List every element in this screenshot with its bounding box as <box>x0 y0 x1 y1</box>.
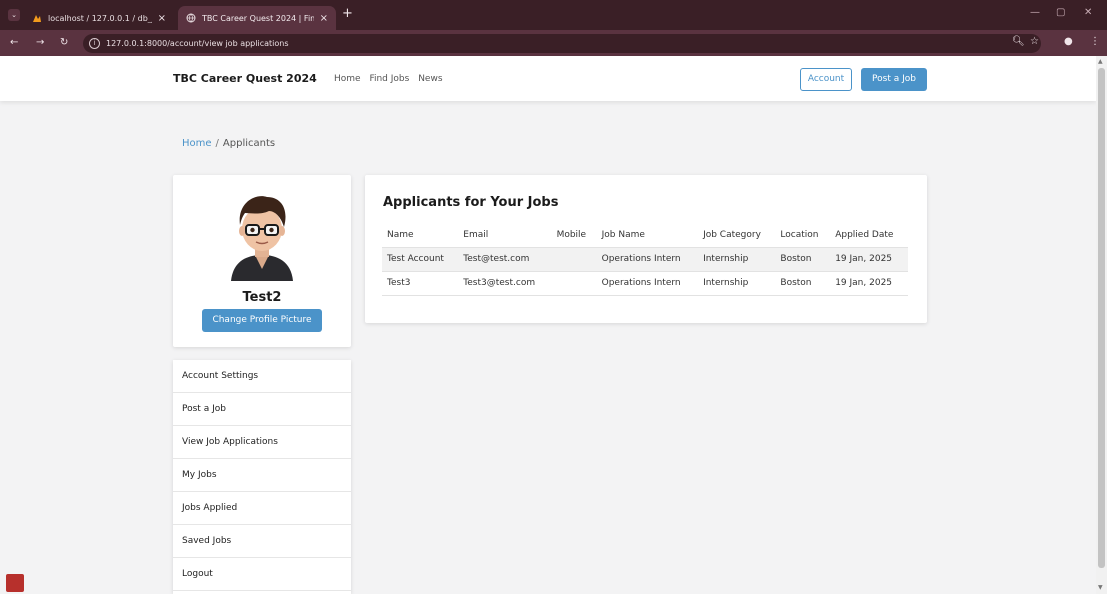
nav-link-find-jobs[interactable]: Find Jobs <box>369 74 409 84</box>
profile-icon[interactable]: ● <box>1064 36 1073 47</box>
sidebar-item-account-settings[interactable]: Account Settings <box>173 360 351 393</box>
browser-toolbar: ← → ↻ i 127.0.0.1:8000/account/view job … <box>0 30 1107 56</box>
close-tab-icon[interactable]: × <box>320 13 328 24</box>
breadcrumb: Home / Applicants <box>182 138 275 149</box>
scroll-down-icon[interactable]: ▼ <box>1098 584 1103 591</box>
change-profile-picture-button[interactable]: Change Profile Picture <box>202 309 322 332</box>
tab-search-icon[interactable]: ⌄ <box>8 9 20 21</box>
cell-job-category: Internship <box>698 271 776 296</box>
cell-mobile <box>551 271 597 296</box>
cell-email: Test3@test.com <box>458 271 552 296</box>
cell-job-category: Internship <box>698 247 776 272</box>
column-header-email: Email <box>458 223 552 248</box>
nav-link-news[interactable]: News <box>418 74 442 84</box>
browser-tab-career-quest[interactable]: TBC Career Quest 2024 | Find... × <box>178 6 336 30</box>
maximize-icon[interactable]: ▢ <box>1056 7 1065 18</box>
nav-links: Home Find Jobs News <box>334 74 449 84</box>
page-scrollbar[interactable]: ▲ ▼ <box>1096 56 1107 594</box>
back-icon[interactable]: ← <box>10 37 18 48</box>
applicants-table: Name Email Mobile Job Name Job Category … <box>382 223 908 296</box>
profile-card: Test2 Change Profile Picture <box>173 175 351 347</box>
browser-tab-bar: ⌄ localhost / 127.0.0.1 / db_job_... × T… <box>0 0 1107 30</box>
close-tab-icon[interactable]: × <box>158 13 166 24</box>
site-brand[interactable]: TBC Career Quest 2024 <box>173 72 317 85</box>
cell-applied-date: 19 Jan, 2025 <box>830 271 908 296</box>
cell-job-name: Operations Intern <box>596 271 699 296</box>
tab-title: TBC Career Quest 2024 | Find... <box>202 13 314 23</box>
reload-icon[interactable]: ↻ <box>60 37 68 48</box>
cell-name: Test Account <box>382 247 459 272</box>
post-job-button[interactable]: Post a Job <box>861 68 927 91</box>
close-window-icon[interactable]: ✕ <box>1084 7 1092 18</box>
avatar <box>231 196 293 281</box>
globe-icon <box>186 13 196 23</box>
sidebar-item-saved-jobs[interactable]: Saved Jobs <box>173 525 351 558</box>
column-header-job-name: Job Name <box>596 223 699 248</box>
site-navbar: TBC Career Quest 2024 Home Find Jobs New… <box>0 56 1096 101</box>
sidebar-item-post-a-job[interactable]: Post a Job <box>173 393 351 426</box>
minimize-icon[interactable]: — <box>1030 7 1040 18</box>
zoom-icon[interactable]: 🔍︎ <box>1012 36 1025 47</box>
taskbar-app-icon[interactable] <box>6 574 24 592</box>
account-sidebar-menu: Account Settings Post a Job View Job App… <box>173 360 351 594</box>
bookmark-star-icon[interactable]: ☆ <box>1030 36 1039 47</box>
forward-icon[interactable]: → <box>36 37 44 48</box>
table-row: Test3 Test3@test.com Operations Intern I… <box>382 271 908 296</box>
cell-name: Test3 <box>382 271 459 296</box>
cell-location: Boston <box>775 247 831 272</box>
applicants-title: Applicants for Your Jobs <box>383 195 559 210</box>
site-info-icon[interactable]: i <box>89 38 100 49</box>
new-tab-button[interactable]: + <box>342 6 353 21</box>
sidebar-item-my-jobs[interactable]: My Jobs <box>173 459 351 492</box>
browser-tab-phpmyadmin[interactable]: localhost / 127.0.0.1 / db_job_... × <box>24 6 174 30</box>
browser-menu-icon[interactable]: ⋮ <box>1090 36 1100 47</box>
column-header-mobile: Mobile <box>551 223 597 248</box>
tab-title: localhost / 127.0.0.1 / db_job_... <box>48 13 152 23</box>
column-header-job-category: Job Category <box>698 223 776 248</box>
column-header-name: Name <box>382 223 459 248</box>
table-header-row: Name Email Mobile Job Name Job Category … <box>382 223 908 248</box>
url-text: 127.0.0.1:8000/account/view job applicat… <box>106 39 289 48</box>
breadcrumb-separator: / <box>215 138 219 149</box>
column-header-location: Location <box>775 223 831 248</box>
cell-email: Test@test.com <box>458 247 552 272</box>
scroll-up-icon[interactable]: ▲ <box>1098 58 1103 65</box>
phpmyadmin-icon <box>33 15 41 22</box>
breadcrumb-home[interactable]: Home <box>182 138 212 149</box>
account-button[interactable]: Account <box>800 68 852 91</box>
breadcrumb-current: Applicants <box>222 138 276 149</box>
sidebar-item-view-job-applications[interactable]: View Job Applications <box>173 426 351 459</box>
applicants-card: Applicants for Your Jobs Name Email Mobi… <box>365 175 927 323</box>
cell-mobile <box>551 247 597 272</box>
scrollbar-thumb[interactable] <box>1098 68 1105 568</box>
table-row: Test Account Test@test.com Operations In… <box>382 247 908 272</box>
cell-applied-date: 19 Jan, 2025 <box>830 247 908 272</box>
cell-job-name: Operations Intern <box>596 247 699 272</box>
profile-name: Test2 <box>242 290 282 305</box>
cell-location: Boston <box>775 271 831 296</box>
sidebar-item-jobs-applied[interactable]: Jobs Applied <box>173 492 351 525</box>
column-header-applied-date: Applied Date <box>830 223 908 248</box>
nav-link-home[interactable]: Home <box>334 74 361 84</box>
sidebar-item-logout[interactable]: Logout <box>173 558 351 591</box>
address-bar[interactable]: i 127.0.0.1:8000/account/view job applic… <box>83 34 1041 53</box>
